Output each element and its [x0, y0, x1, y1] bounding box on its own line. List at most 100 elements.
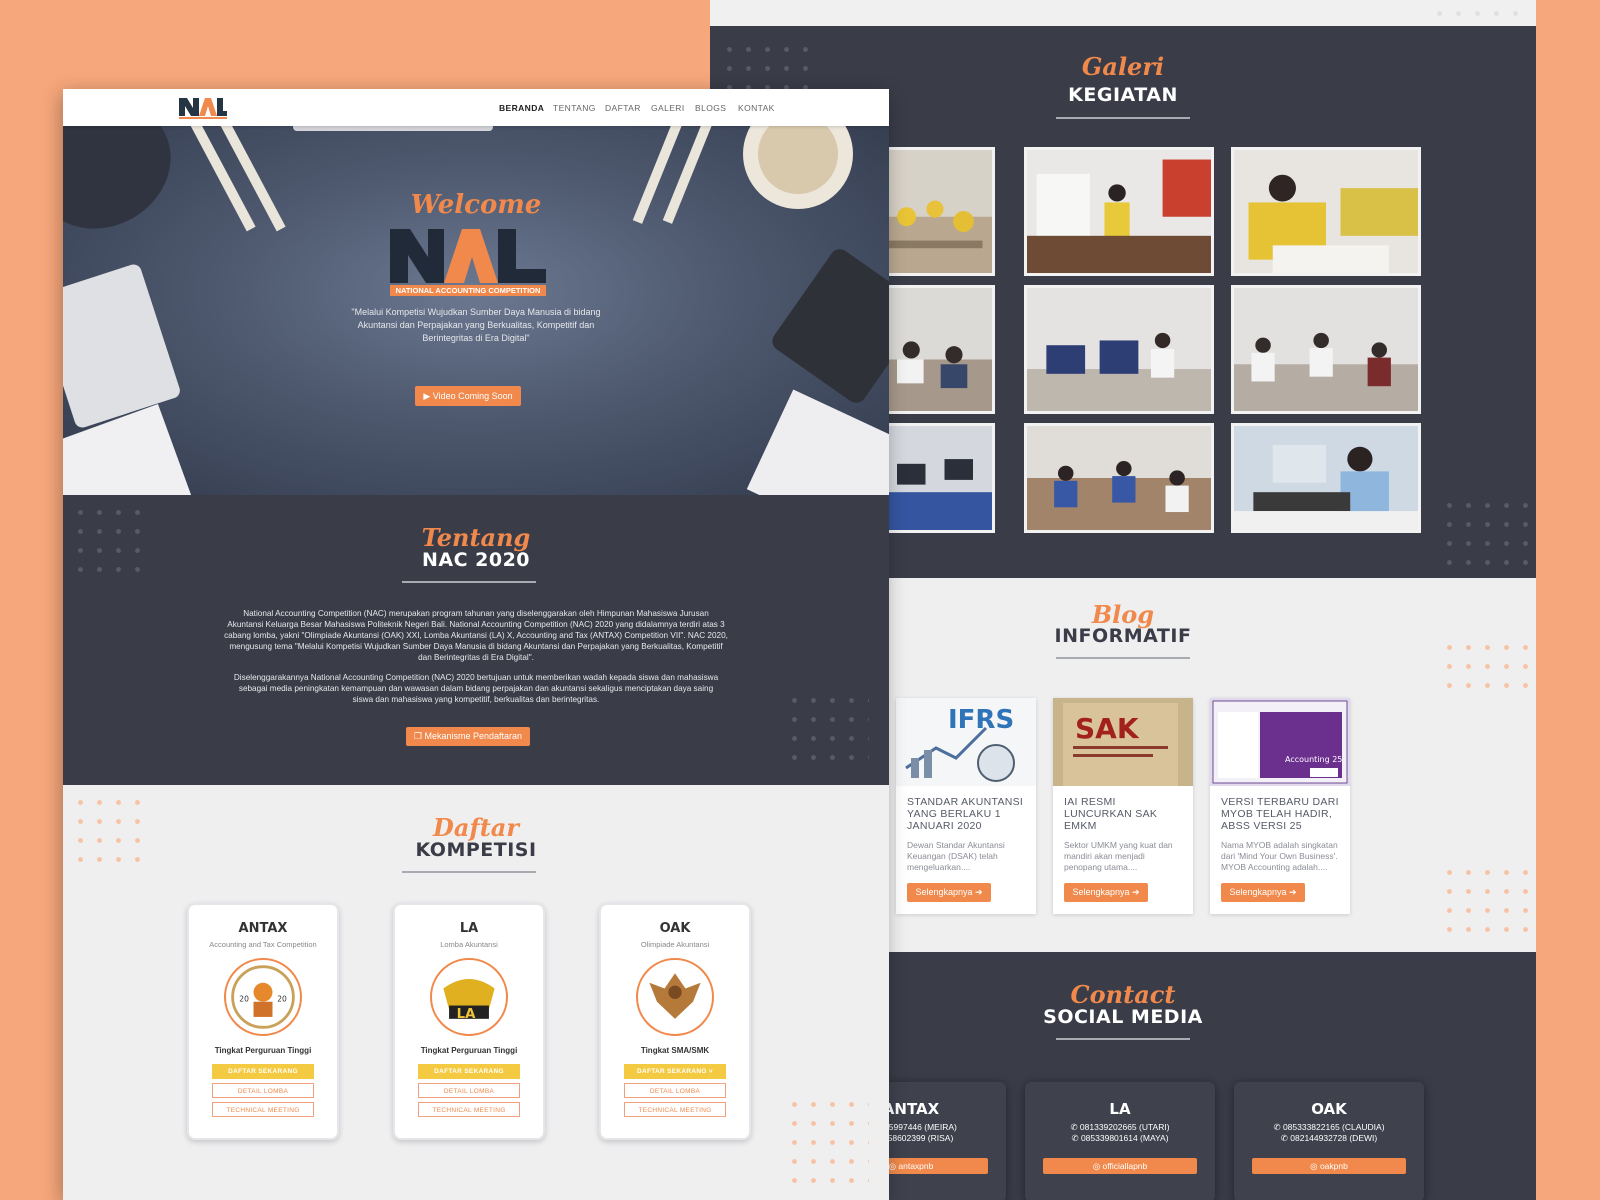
- competition-script-title: Daftar: [433, 813, 519, 842]
- technical-meeting-button[interactable]: TECHNICAL MEETING: [212, 1102, 314, 1117]
- nav-tentang[interactable]: TENTANG: [553, 103, 596, 113]
- nav-daftar[interactable]: DAFTAR: [605, 103, 641, 113]
- nav-galeri[interactable]: GALERI: [651, 103, 685, 113]
- gallery-photo[interactable]: [1024, 423, 1214, 533]
- competition-card-la: LA Lomba Akuntansi LA Tingkat Perguruan …: [393, 903, 545, 1140]
- detail-button[interactable]: DETAIL LOMBA: [212, 1083, 314, 1098]
- paragraph-line: mengusung tema "Melalui Kompetisi Wujudk…: [229, 642, 723, 651]
- phone-line: 085333822165 (CLAUDIA): [1282, 1122, 1385, 1132]
- phone-line: 081339202665 (UTARI): [1079, 1122, 1170, 1132]
- instagram-button[interactable]: ◎ oakpnb: [1252, 1158, 1406, 1174]
- svg-text:LA: LA: [457, 1007, 476, 1022]
- gallery-photo[interactable]: [1231, 423, 1421, 533]
- detail-button[interactable]: DETAIL LOMBA: [624, 1083, 726, 1098]
- svg-text:IFRS: IFRS: [948, 705, 1014, 735]
- phone-line: 085339801614 (MAYA): [1080, 1133, 1169, 1143]
- contact-card: LA ✆ 081339202665 (UTARI) ✆ 085339801614 …: [1025, 1082, 1215, 1200]
- paragraph-line: Akuntansi Keluarga Besar Mahasiswa Polit…: [227, 620, 725, 629]
- dot-pattern: [1440, 496, 1530, 566]
- quote-line: "Melalui Kompetisi Wujudkan Sumber Daya …: [351, 307, 601, 317]
- competition-name: OAK: [659, 921, 691, 936]
- blog-image-myob: Accounting 25: [1210, 698, 1350, 786]
- gallery-photo[interactable]: [1024, 147, 1214, 276]
- gallery-photo[interactable]: [1024, 285, 1214, 414]
- svg-text:Accounting 25: Accounting 25: [1285, 755, 1342, 764]
- title-underline: [1056, 657, 1190, 659]
- paragraph-line: dan Berintegritas di Era Digital".: [418, 653, 534, 662]
- paragraph-line: cabang lomba, yakni "Olimpiade Akuntansi…: [224, 631, 728, 640]
- register-button[interactable]: DAFTAR SEKARANG: [212, 1064, 314, 1079]
- competition-card-antax: ANTAX Accounting and Tax Competition 20 2…: [187, 903, 339, 1140]
- svg-text:20: 20: [277, 995, 287, 1004]
- blog-image-sak: SAK: [1053, 698, 1193, 786]
- title-underline: [1056, 1038, 1190, 1040]
- whatsapp-icon: ✆: [1070, 1122, 1080, 1132]
- gallery-photo[interactable]: [875, 423, 995, 533]
- blog-image-ifrs: IFRS: [896, 698, 1036, 786]
- title-underline: [402, 581, 536, 583]
- competition-subtitle: Lomba Akuntansi: [440, 940, 498, 949]
- dot-pattern: [1440, 863, 1530, 943]
- read-more-button[interactable]: Selengkapnya ➔: [907, 883, 991, 902]
- about-title: NAC 2020: [421, 549, 531, 571]
- about-script-title: Tentang: [421, 523, 531, 552]
- register-button[interactable]: DAFTAR SEKARANG: [418, 1064, 520, 1079]
- competition-name: ANTAX: [238, 921, 288, 936]
- gallery-photo[interactable]: [1231, 285, 1421, 414]
- front-page: BERANDA TENTANG DAFTAR GALERI BLOGS KONT…: [63, 89, 889, 1200]
- blog-excerpt: Nama MYOB adalah singkatan dari 'Mind Yo…: [1221, 840, 1338, 872]
- play-icon: ▶: [423, 391, 433, 401]
- read-more-button[interactable]: Selengkapnya ➔: [1064, 883, 1148, 902]
- blog-card[interactable]: SAK IAI RESMI LUNCURKAN SAK EMKM Sektor …: [1053, 698, 1193, 914]
- quote-line: Berintegritas di Era Digital": [422, 333, 530, 343]
- gallery-photo[interactable]: [875, 147, 995, 276]
- la-logo: LA: [430, 958, 508, 1036]
- gallery-photo[interactable]: [1231, 147, 1421, 276]
- instagram-handle: antaxpnb: [898, 1161, 934, 1171]
- blog-card[interactable]: IFRS STANDAR AKUNTANSI YANG BERLAKU 1 JA…: [896, 698, 1036, 914]
- paragraph-line: Diselenggarakannya National Accounting C…: [233, 673, 719, 682]
- paragraph-line: siswa dan mahasiswa yang kompetitif, ber…: [352, 695, 600, 704]
- technical-meeting-button[interactable]: TECHNICAL MEETING: [418, 1102, 520, 1117]
- nav-kontak[interactable]: KONTAK: [738, 103, 775, 113]
- blog-card[interactable]: Accounting 25 VERSI TERBARU DARI MYOB TE…: [1210, 698, 1350, 914]
- competition-tier: Tingkat SMA/SMK: [640, 1046, 710, 1055]
- whatsapp-icon: ✆: [1071, 1133, 1081, 1143]
- instagram-button[interactable]: ◎ officiallapnb: [1043, 1158, 1197, 1174]
- dot-pattern: [1440, 638, 1530, 698]
- about-paragraph-1: National Accounting Competition (NAC) me…: [193, 608, 759, 663]
- antax-logo: 20 20: [224, 958, 302, 1036]
- title-underline: [1056, 117, 1190, 119]
- contact-name: LA: [1109, 1100, 1131, 1118]
- competition-tier: Tingkat Perguruan Tinggi: [420, 1046, 518, 1055]
- about-paragraph-2: Diselenggarakannya National Accounting C…: [193, 672, 759, 705]
- video-button[interactable]: ▶ Video Coming Soon: [415, 386, 521, 406]
- instagram-handle: oakpnb: [1319, 1161, 1348, 1171]
- contact-card: OAK ✆ 085333822165 (CLAUDIA) ✆ 0821449327…: [1234, 1082, 1424, 1200]
- quote-line: Akuntansi dan Perpajakan yang Berkualita…: [357, 320, 595, 330]
- whatsapp-icon: ✆: [1280, 1133, 1291, 1143]
- competition-name: LA: [459, 921, 479, 936]
- paragraph-line: National Accounting Competition (NAC) me…: [243, 609, 709, 618]
- gallery-photo[interactable]: [875, 285, 995, 414]
- title-underline: [402, 871, 536, 873]
- register-dropdown-button[interactable]: DAFTAR SEKARANG ˅: [624, 1064, 726, 1079]
- video-button-label: Video Coming Soon: [432, 391, 513, 401]
- dot-pattern: [1430, 4, 1530, 24]
- navbar: BERANDA TENTANG DAFTAR GALERI BLOGS KONT…: [63, 89, 889, 126]
- gallery-script-title: Galeri: [1081, 52, 1165, 81]
- competition-title: KOMPETISI: [415, 839, 537, 861]
- contact-name: OAK: [1311, 1100, 1347, 1118]
- blog-title-text: STANDAR AKUNTANSI YANG BERLAKU 1 JANUARI…: [907, 796, 1024, 832]
- about-section: Tentang NAC 2020 National Accounting Com…: [63, 495, 889, 785]
- technical-meeting-button[interactable]: TECHNICAL MEETING: [624, 1102, 726, 1117]
- read-more-button[interactable]: Selengkapnya ➔: [1221, 883, 1305, 902]
- hero-section: Welcome NATIONAL ACCOUNTING COMPETITION …: [63, 126, 889, 495]
- blog-excerpt: Sektor UMKM yang kuat dan mandiri akan m…: [1064, 840, 1173, 872]
- blog-excerpt: Dewan Standar Akuntansi Keuangan (DSAK) …: [907, 840, 1005, 872]
- detail-button[interactable]: DETAIL LOMBA: [418, 1083, 520, 1098]
- nav-beranda[interactable]: BERANDA: [499, 103, 544, 113]
- nav-blogs[interactable]: BLOGS: [695, 103, 726, 113]
- nac-logo[interactable]: [177, 94, 227, 120]
- registration-mechanism-button[interactable]: ❐ Mekanisme Pendaftaran: [406, 727, 530, 746]
